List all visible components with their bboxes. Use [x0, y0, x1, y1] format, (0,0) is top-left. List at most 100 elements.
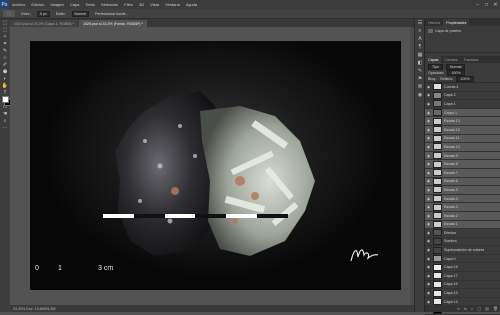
visibility-eye-icon[interactable]: ◉ [426, 205, 431, 209]
visibility-eye-icon[interactable]: ◉ [426, 291, 431, 295]
panel-tab-canales[interactable]: Canales [441, 56, 460, 63]
layer-row[interactable]: ◉ Capa 0 [425, 255, 500, 264]
visibility-eye-icon[interactable]: ◉ [426, 248, 431, 252]
style-select[interactable]: Normal [71, 10, 90, 17]
tool-10-icon[interactable]: T [0, 89, 10, 96]
tool-15-icon[interactable]: ⋯ [0, 124, 10, 131]
layer-row[interactable]: ◉ Escala 4 [425, 194, 500, 204]
menu-item-3d[interactable]: 3D [136, 2, 147, 7]
visibility-eye-icon[interactable]: ◉ [426, 179, 431, 183]
tool-3-icon[interactable]: ⌗ [0, 40, 10, 47]
layer-row[interactable]: ◉ Escala 2 [425, 211, 500, 221]
layer-row[interactable]: ◉ Capa 17 [425, 272, 500, 281]
layer-row[interactable]: ◉ Escala 13 [425, 117, 500, 126]
layer-row[interactable]: ◉ Escala 7 [425, 168, 500, 178]
menu-item-ayuda[interactable]: Ayuda [183, 2, 200, 7]
visibility-eye-icon[interactable]: ◉ [426, 171, 431, 175]
visibility-eye-icon[interactable]: ◉ [426, 265, 431, 269]
layer-row[interactable]: ◉ Escala 5 [425, 186, 500, 195]
visibility-eye-icon[interactable]: ◉ [426, 188, 431, 192]
tool-8-icon[interactable]: ◐ [0, 75, 10, 82]
layer-row[interactable]: ◉ Capa 1 [425, 100, 500, 109]
visibility-eye-icon[interactable]: ◉ [426, 222, 431, 226]
layer-row[interactable]: ◉ Efectos [425, 229, 500, 238]
visibility-eye-icon[interactable]: ◉ [426, 162, 431, 166]
panel-tab-historia[interactable]: Historia [425, 19, 443, 26]
visibility-eye-icon[interactable]: ◉ [426, 136, 431, 140]
visibility-eye-icon[interactable]: ◉ [426, 197, 431, 201]
visibility-eye-icon[interactable]: ◉ [426, 102, 431, 106]
tool-5-icon[interactable]: ⊹ [0, 54, 10, 61]
layers-footer-5-icon[interactable]: 🗑 [493, 306, 498, 311]
layer-row[interactable]: ◉ Sombra [425, 237, 500, 247]
foreground-color-swatch[interactable] [2, 96, 9, 103]
visibility-eye-icon[interactable]: ◉ [426, 274, 431, 278]
tool-1-icon[interactable]: ⬚ [0, 26, 10, 33]
panel-tab-capas[interactable]: Capas [425, 56, 442, 63]
layers-footer-2-icon[interactable]: ◐ [471, 306, 473, 311]
tool-6-icon[interactable]: ✐ [0, 61, 10, 68]
layers-footer-0-icon[interactable]: ∞ [457, 306, 460, 311]
document-tab-2[interactable]: 1025.psd al 33,3% (Fondo, RGB/8*) * [78, 20, 147, 27]
layer-row[interactable]: ◉ Escala 8 [425, 160, 500, 169]
layers-footer-4-icon[interactable]: ▤ [485, 306, 489, 311]
tool-2-icon[interactable]: ✧ [0, 33, 10, 40]
visibility-eye-icon[interactable]: ◉ [426, 85, 431, 89]
layer-row[interactable]: ◉ Curvas 4 [425, 83, 500, 92]
layer-row[interactable]: ◉ Capa 18 [425, 263, 500, 273]
visibility-eye-icon[interactable]: ◉ [426, 239, 431, 243]
visibility-eye-icon[interactable]: ◉ [426, 154, 431, 158]
layer-row[interactable]: ◉ Capa 15 [425, 289, 500, 298]
minimize-button[interactable]: – [473, 2, 482, 8]
panel-tab-trazados[interactable]: Trazados [461, 56, 482, 63]
fill-input[interactable]: 100% [456, 76, 474, 82]
visibility-eye-icon[interactable]: ◉ [426, 282, 431, 286]
marquee-tool-icon[interactable]: ⬚ [3, 10, 15, 17]
layers-footer-3-icon[interactable]: ▢ [477, 306, 481, 311]
visibility-eye-icon[interactable]: ◉ [426, 300, 431, 304]
maximize-button[interactable]: □ [482, 2, 491, 8]
layer-row[interactable]: ◉ Escala 1 [425, 220, 500, 230]
visibility-eye-icon[interactable]: ◉ [426, 93, 431, 97]
layer-row[interactable]: ◉ Escala 11 [425, 134, 500, 144]
menu-item-filtro[interactable]: Filtro [121, 2, 136, 7]
visibility-eye-icon[interactable]: ◉ [426, 231, 431, 235]
tool-9-icon[interactable]: ✋ [0, 82, 10, 89]
layers-footer-1-icon[interactable]: fx [464, 306, 467, 311]
menu-item-ventana[interactable]: Ventana [162, 2, 183, 7]
panel-tab-propiedades[interactable]: Propiedades [443, 19, 470, 26]
menu-item-vista[interactable]: Vista [147, 2, 162, 7]
menu-item-texto[interactable]: Texto [82, 2, 98, 7]
menu-item-edicion[interactable]: Edición [28, 2, 47, 7]
visibility-eye-icon[interactable]: ◉ [426, 128, 431, 132]
layer-row[interactable]: ◉ Escala 12 [425, 125, 500, 135]
menu-item-capa[interactable]: Capa [67, 2, 83, 7]
document-canvas[interactable]: 0 1 3 cm [30, 41, 401, 290]
visibility-eye-icon[interactable]: ◉ [426, 145, 431, 149]
menu-item-imagen[interactable]: Imagen [47, 2, 66, 7]
layer-row[interactable]: ◉ Escala 10 [425, 143, 500, 152]
tool-14-icon[interactable]: ⌕ [0, 117, 10, 124]
tool-4-icon[interactable]: ✎ [0, 47, 10, 54]
layer-filter-select[interactable]: Tipo [428, 64, 443, 70]
refine-edge-button[interactable]: Perfeccionar borde... [95, 12, 128, 16]
visibility-eye-icon[interactable]: ◉ [426, 111, 431, 115]
tool-13-icon[interactable]: ☚ [0, 110, 10, 117]
visibility-eye-icon[interactable]: ◉ [426, 214, 431, 218]
layer-row[interactable]: ◉ Capa 16 [425, 280, 500, 290]
layer-row[interactable]: ◉ Escala 9 [425, 151, 500, 161]
tool-0-icon[interactable]: ⬚ [0, 19, 10, 26]
close-button[interactable]: ✕ [491, 2, 500, 8]
visibility-eye-icon[interactable]: ◉ [426, 257, 431, 261]
feather-input[interactable]: 0 px [36, 10, 50, 17]
menu-item-seleccion[interactable]: Selección [98, 2, 121, 7]
layer-row[interactable]: ◉ Capa 2 [425, 91, 500, 101]
layer-row[interactable]: ◉ Escala 3 [425, 203, 500, 212]
visibility-eye-icon[interactable]: ◉ [426, 119, 431, 123]
document-tab-1[interactable]: 1024.psd al 33,3% (Capa 1, RGB/8) * [10, 20, 78, 27]
layer-row[interactable]: ◉ Superposición de colores [425, 246, 500, 255]
menu-item-archivo[interactable]: Archivo [9, 2, 28, 7]
layer-row[interactable]: ◉ Grupo 1 [425, 108, 500, 118]
tool-7-icon[interactable]: ⬣ [0, 68, 10, 75]
layer-row[interactable]: ◉ Escala 6 [425, 177, 500, 187]
